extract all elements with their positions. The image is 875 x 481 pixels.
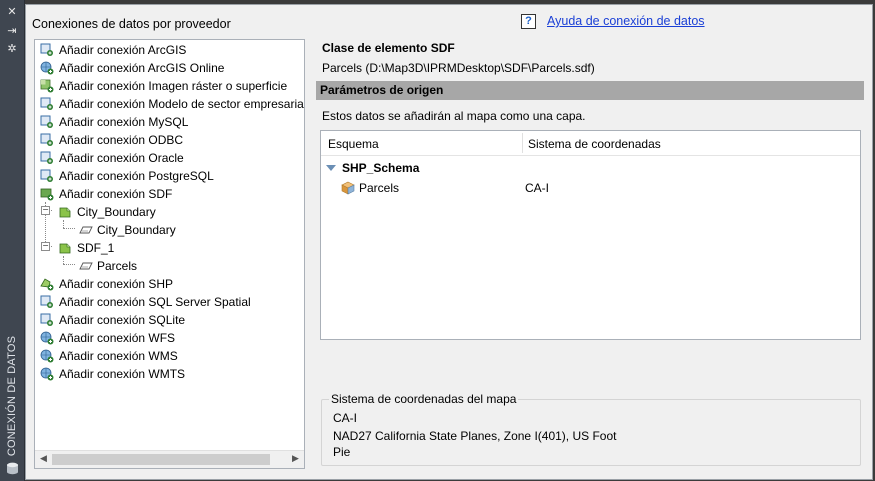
connection-icon	[40, 295, 54, 309]
palette-title: CONEXIÓN DE DATOS	[6, 335, 18, 457]
tree-item-label: Añadir conexión SQLite	[59, 313, 186, 327]
provider-item[interactable]: Añadir conexión WMTS	[35, 365, 304, 383]
connection-icon	[40, 43, 54, 57]
providers-tree[interactable]: − − Añadir conexión ArcGIS Añadir conexió…	[34, 39, 305, 469]
tree-item-label: City_Boundary	[77, 205, 156, 219]
provider-item[interactable]: Añadir conexión SDF	[35, 185, 304, 203]
feature-coord-system[interactable]: CA-I	[525, 181, 549, 195]
provider-item[interactable]: Añadir conexión ODBC	[35, 131, 304, 149]
tree-item-label: Añadir conexión SQL Server Spatial	[59, 295, 251, 309]
tree-item-label: Añadir conexión WFS	[59, 331, 176, 345]
feature-name: Parcels	[359, 181, 400, 195]
sdf-file-icon	[58, 205, 72, 219]
polygon-layer-icon	[77, 223, 93, 237]
tree-item-label: Añadir conexión WMTS	[59, 367, 186, 381]
provider-item[interactable]: Añadir conexión ArcGIS Online	[35, 59, 304, 77]
polygon-layer-icon	[77, 259, 93, 273]
tree-item-label: Añadir conexión ODBC	[59, 133, 184, 147]
provider-item[interactable]: Añadir conexión Oracle	[35, 149, 304, 167]
tree-item-label: Añadir conexión Imagen ráster o superfic…	[59, 79, 288, 93]
feature-class-path: Parcels (D:\Map3D\IPRMDesktop\SDF\Parcel…	[322, 61, 595, 75]
help-icon[interactable]: ?	[521, 14, 536, 29]
column-header-coord-system[interactable]: Sistema de coordenadas	[528, 137, 661, 151]
provider-item[interactable]: Añadir conexión WMS	[35, 347, 304, 365]
source-params-header: Parámetros de origen	[316, 81, 864, 100]
tree-item-label: Añadir conexión Modelo de sector empresa…	[59, 97, 305, 111]
column-divider	[522, 133, 523, 153]
map-coords-unit: Pie	[333, 445, 351, 459]
help-link[interactable]: Ayuda de conexión de datos	[547, 14, 705, 29]
provider-item[interactable]: Añadir conexión Imagen ráster o superfic…	[35, 77, 304, 95]
connection-icon	[40, 97, 54, 111]
provider-item[interactable]: Añadir conexión ArcGIS	[35, 41, 304, 59]
schema-row[interactable]: SHP_Schema	[321, 159, 860, 177]
globe-connection-icon	[40, 349, 54, 363]
tree-item-label: Añadir conexión PostgreSQL	[59, 169, 214, 183]
provider-item[interactable]: Añadir conexión SQL Server Spatial	[35, 293, 304, 311]
shp-connection-icon	[40, 277, 54, 291]
globe-connection-icon	[40, 61, 54, 75]
tree-item-label: Añadir conexión ArcGIS	[59, 43, 187, 57]
column-header-schema[interactable]: Esquema	[328, 137, 379, 151]
pin-icon[interactable]: ⇥	[5, 25, 19, 37]
sdf-connection-icon	[40, 187, 54, 201]
close-icon[interactable]: ✕	[5, 6, 19, 18]
data-connect-panel: Conexiones de datos por proveedor − − Añ…	[25, 4, 873, 480]
tree-item-label: SDF_1	[77, 241, 115, 255]
scroll-left-icon[interactable]: ◀	[35, 451, 52, 468]
connection-item[interactable]: City_Boundary	[35, 203, 304, 221]
provider-item[interactable]: Añadir conexión MySQL	[35, 113, 304, 131]
scrollbar-thumb[interactable]	[52, 454, 270, 465]
feature-row[interactable]: Parcels CA-I	[321, 179, 860, 197]
connection-icon	[40, 115, 54, 129]
provider-item[interactable]: Añadir conexión SHP	[35, 275, 304, 293]
connection-icon	[40, 313, 54, 327]
tree-item-label: Añadir conexión WMS	[59, 349, 178, 363]
providers-title: Conexiones de datos por proveedor	[32, 17, 231, 31]
tree-item-label: Añadir conexión SDF	[59, 187, 173, 201]
provider-item[interactable]: Añadir conexión PostgreSQL	[35, 167, 304, 185]
tree-item-label: Añadir conexión MySQL	[59, 115, 189, 129]
globe-connection-icon	[40, 331, 54, 345]
tree-item-label: Añadir conexión ArcGIS Online	[59, 61, 225, 75]
feature-class-title: Clase de elemento SDF	[322, 41, 455, 55]
scroll-right-icon[interactable]: ▶	[287, 451, 304, 468]
tree-item-label: Añadir conexión Oracle	[59, 151, 184, 165]
feature-class-item[interactable]: Parcels	[35, 257, 304, 275]
feature-class-item[interactable]: City_Boundary	[35, 221, 304, 239]
provider-item[interactable]: Añadir conexión WFS	[35, 329, 304, 347]
schema-grid[interactable]: Esquema Sistema de coordenadas SHP_Schem…	[320, 130, 861, 340]
grid-header: Esquema Sistema de coordenadas	[321, 131, 860, 156]
connection-icon	[40, 133, 54, 147]
connection-icon	[40, 151, 54, 165]
connection-icon	[40, 169, 54, 183]
connection-item[interactable]: SDF_1	[35, 239, 304, 257]
feature-class-icon	[341, 181, 355, 198]
horizontal-scrollbar[interactable]: ◀ ▶	[35, 450, 304, 468]
map-coords-code: CA-I	[333, 411, 357, 425]
tree-item-label: City_Boundary	[97, 223, 176, 237]
side-palette-bar: ✕ ⇥ ✲ CONEXIÓN DE DATOS	[0, 0, 25, 481]
settings-icon[interactable]: ✲	[5, 43, 19, 55]
provider-item[interactable]: Añadir conexión Modelo de sector empresa…	[35, 95, 304, 113]
map-coords-legend: Sistema de coordenadas del mapa	[329, 392, 519, 406]
tree-item-label: Añadir conexión SHP	[59, 277, 174, 291]
map-coords-description: NAD27 California State Planes, Zone I(40…	[333, 429, 617, 443]
database-icon[interactable]	[5, 462, 19, 475]
raster-connection-icon	[40, 79, 54, 93]
expand-triangle-icon[interactable]	[326, 165, 336, 171]
tree-item-label: Parcels	[97, 257, 138, 275]
provider-item[interactable]: Añadir conexión SQLite	[35, 311, 304, 329]
schema-name: SHP_Schema	[342, 161, 420, 175]
sdf-file-icon	[58, 241, 72, 255]
globe-connection-icon	[40, 367, 54, 381]
source-params-description: Estos datos se añadirán al mapa como una…	[322, 109, 586, 123]
